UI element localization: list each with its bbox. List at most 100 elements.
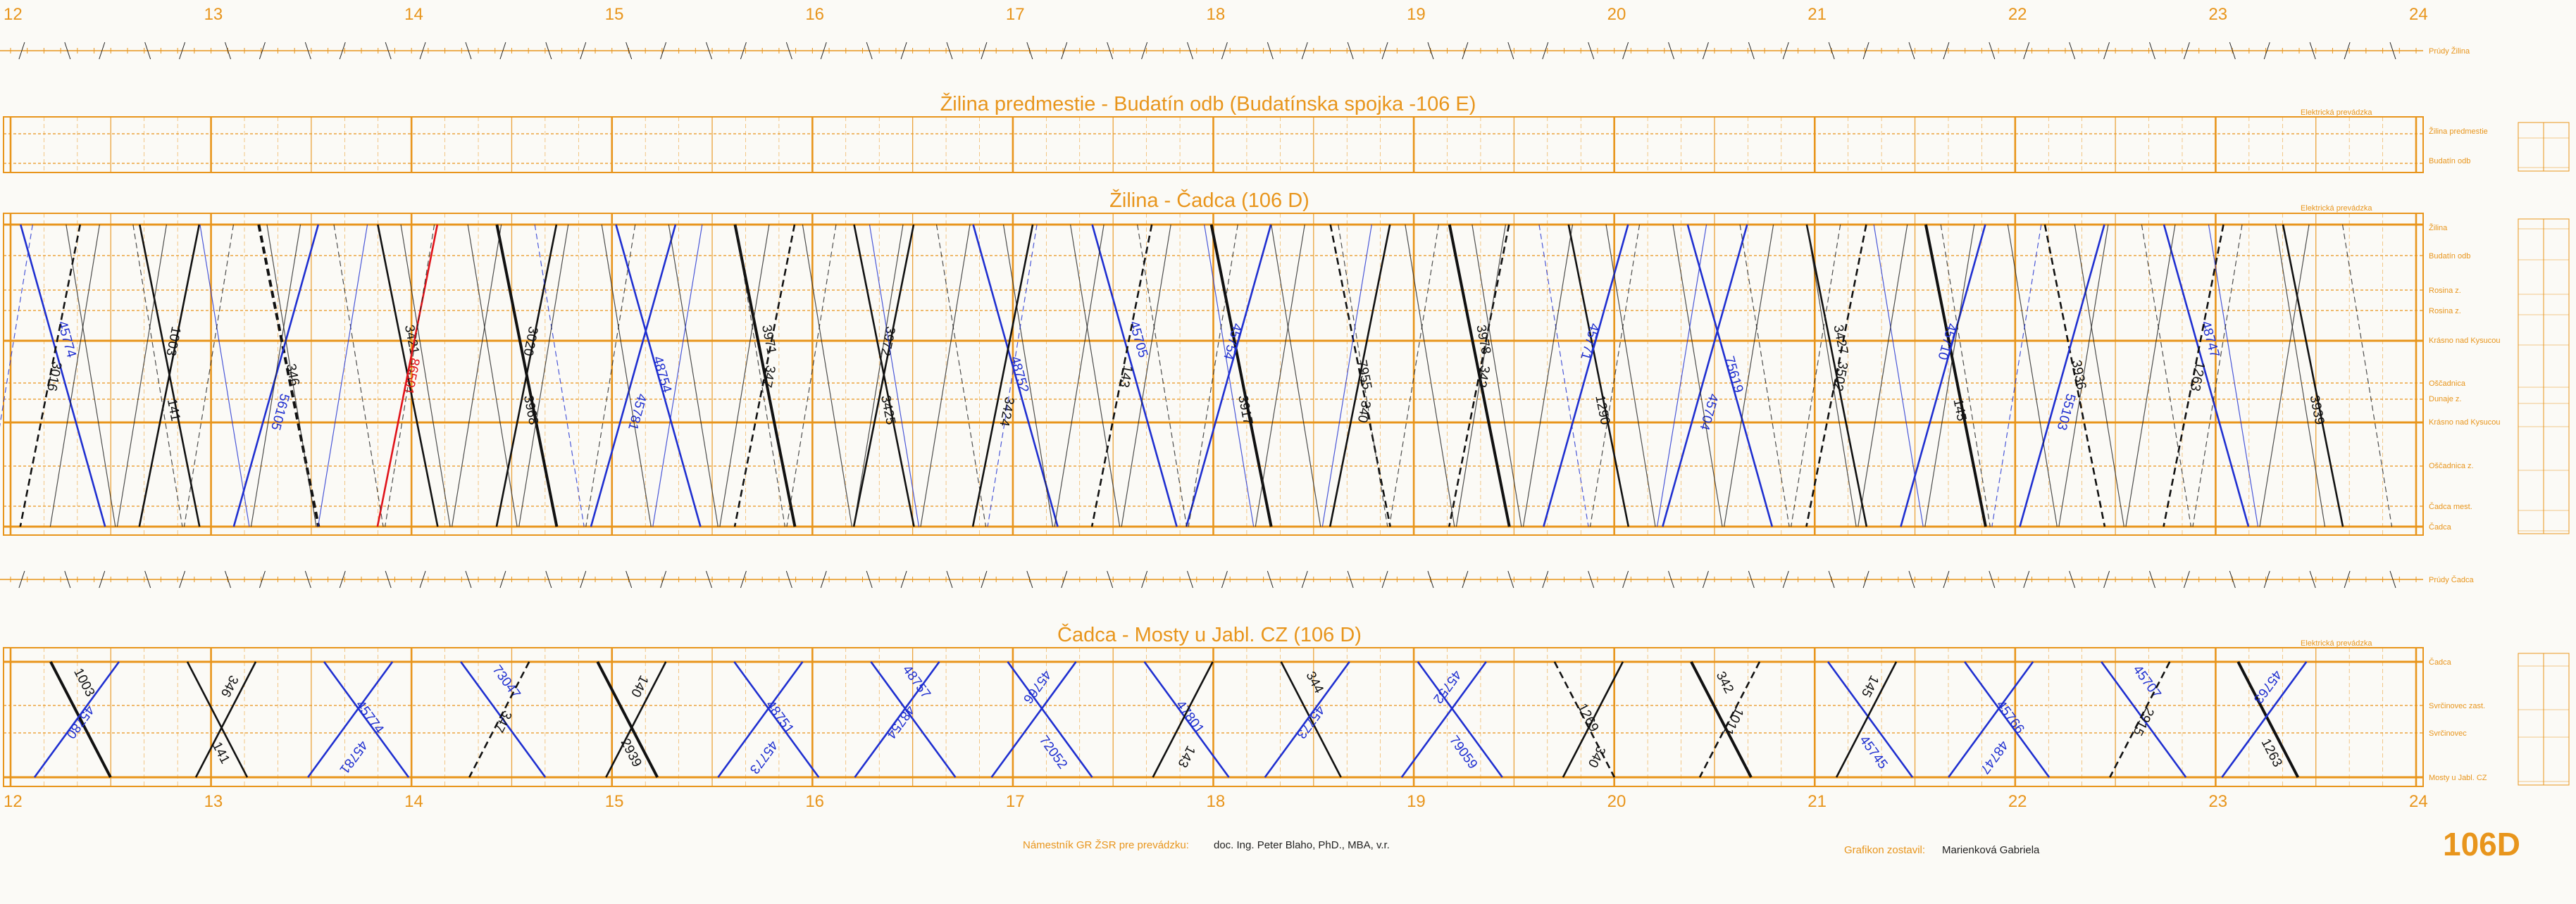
train-number-342: 342: [1474, 364, 1493, 389]
train-number-48754: 48754: [883, 703, 917, 741]
hour-label-top-21: 21: [1807, 5, 1827, 24]
train-number-75619: 75619: [1722, 355, 1746, 395]
train-number-48754: 48754: [650, 355, 675, 395]
train-number-48757: 48757: [900, 663, 933, 701]
section-title-zilina-cadca: Žilina - Čadca (106 D): [1109, 188, 1309, 212]
train-number-1003: 1003: [163, 325, 183, 358]
section-title-cadca-mosty: Čadca - Mosty u Jabl. CZ (106 D): [1057, 622, 1362, 646]
electric-label-1: Elektrická prevádzka: [2301, 108, 2372, 117]
train-path-48747: [2163, 224, 2250, 527]
train-number-45774: 45774: [352, 698, 386, 736]
hour-label-bottom-16: 16: [805, 792, 824, 811]
train-number-340: 340: [1355, 399, 1374, 424]
station-zilina: Žilina: [2429, 223, 2448, 232]
train-number-1263: 1263: [2187, 360, 2208, 393]
train-number-3016: 3016: [44, 360, 64, 393]
train-number-1003: 1003: [70, 666, 97, 699]
train-number-340: 340: [1585, 743, 1608, 770]
station-zilina-predmestie: Žilina predmestie: [2429, 127, 2488, 136]
station-mosty: Mosty u Jabl. CZ: [2429, 774, 2487, 782]
strip-zilina-label: Prúdy Žilina: [2429, 46, 2470, 56]
hour-label-top-22: 22: [2008, 5, 2027, 24]
hour-label-top-19: 19: [1407, 5, 1426, 24]
train-number-344: 344: [1302, 670, 1326, 696]
station-oscadnica: Oščadnica: [2429, 379, 2466, 388]
train-path-45705: [1091, 224, 1178, 527]
hour-label-top-15: 15: [605, 5, 624, 24]
train-path-3939: [2282, 224, 2344, 527]
train-number-48751: 48751: [763, 698, 797, 736]
train-number-1011: 1011: [1720, 705, 1746, 738]
station-cadca: Čadca: [2429, 522, 2452, 532]
line-code-badge: 106D: [2443, 826, 2520, 862]
train-number-45780: 45780: [63, 703, 97, 741]
hour-label-top-12: 12: [4, 5, 23, 24]
hour-label-bottom-14: 14: [404, 792, 423, 811]
hour-label-bottom-24: 24: [2409, 792, 2428, 811]
station-budatin-odb: Budatín odb: [2429, 157, 2470, 165]
train-number-347: 347: [759, 364, 778, 389]
deputy-name: doc. Ing. Peter Blaho, PhD., MBA, v.r.: [1214, 839, 1390, 851]
train-paths: 4577430161411003346561053421865013968302…: [0, 224, 2393, 778]
strip-cadca: Prúdy Čadca: [0, 575, 2474, 584]
train-number-45766: 45766: [1993, 698, 2027, 736]
hour-label-top-24: 24: [2409, 5, 2428, 24]
train-path-145: [1924, 224, 1987, 527]
station-budatin-odb-2: Budatín odb: [2429, 252, 2470, 260]
hour-label-top-14: 14: [404, 5, 423, 24]
hour-label-bottom-12: 12: [4, 792, 23, 811]
hour-label-bottom-15: 15: [605, 792, 624, 811]
train-path-45771: [1543, 224, 1629, 527]
station-krasno: Krásno nad Kysucou: [2429, 337, 2501, 345]
hour-label-bottom-13: 13: [204, 792, 223, 811]
hour-label-bottom-17: 17: [1006, 792, 1025, 811]
station-cadca-2: Čadca: [2429, 658, 2452, 667]
station-svrcinovec: Svrčinovec: [2429, 729, 2467, 738]
station-krasno-2: Krásno nad Kysucou: [2429, 418, 2501, 427]
train-number-45773: 45773: [1293, 703, 1327, 741]
train-number-145: 145: [1950, 398, 1969, 422]
train-number-56105: 56105: [268, 392, 292, 432]
train-number-55103: 55103: [2054, 392, 2078, 432]
hour-label-top-16: 16: [805, 5, 824, 24]
train-number-45781: 45781: [336, 738, 370, 777]
station-labels: Žilina predmestie Budatín odb Žilina Bud…: [2429, 127, 2501, 782]
station-oscadnica-z: Oščadnica z.: [2429, 462, 2474, 470]
strip-zilina: Prúdy Žilina: [0, 46, 2470, 56]
train-number-45704: 45704: [1696, 392, 1721, 432]
hour-label-top-23: 23: [2208, 5, 2227, 24]
train-path-1290: [1567, 224, 1630, 527]
station-dunaje: Dunaje z.: [2429, 395, 2461, 403]
station-rosina-1: Rosina z.: [2429, 287, 2461, 295]
station-cadca-mest: Čadca mest.: [2429, 502, 2472, 511]
train-number-3425: 3425: [878, 394, 898, 427]
train-path-45710: [1900, 224, 1986, 527]
hour-label-bottom-18: 18: [1207, 792, 1226, 811]
author-label: Grafikon zostavil:: [1844, 844, 1926, 856]
electric-label-2: Elektrická prevádzka: [2301, 204, 2372, 213]
deputy-label: Námestník GR ŽSR pre prevádzku:: [1023, 839, 1189, 851]
train-number-45773: 45773: [747, 738, 780, 777]
hour-label-bottom-22: 22: [2008, 792, 2027, 811]
train-number-48747: 48747: [1977, 738, 2011, 777]
station-svrcinovec-zast: Svrčinovec zast.: [2429, 702, 2485, 710]
section-title-budatin: Žilina predmestie - Budatín odb (Budatín…: [940, 92, 1476, 115]
hour-label-bottom-23: 23: [2208, 792, 2227, 811]
train-number-143: 143: [1116, 364, 1135, 389]
train-timetable-diagram: 12 13 14 15 16 17 18 19 20 21 22 23 24 12 13 14 15 16 17 1…: [0, 5, 2570, 811]
train-path-3917: [1209, 224, 1273, 527]
train-number-3502: 3502: [1830, 360, 1850, 393]
train-number-342: 342: [1713, 670, 1736, 696]
train-number-3939: 3939: [2307, 394, 2327, 427]
hour-label-top-18: 18: [1207, 5, 1226, 24]
hour-label-top-17: 17: [1006, 5, 1025, 24]
strip-cadca-label: Prúdy Čadca: [2429, 575, 2474, 584]
train-number-143: 143: [1174, 743, 1197, 770]
train-number-3972: 3972: [878, 325, 898, 358]
section-frames: [3, 116, 2570, 787]
hour-label-top-20: 20: [1607, 5, 1626, 24]
hour-label-top-13: 13: [204, 5, 223, 24]
timetable-graph-page: 12 13 14 15 16 17 18 19 20 21 22 23 24 12 13 14 15 16 17 1…: [0, 0, 2576, 904]
hour-axis-top: 12 13 14 15 16 17 18 19 20 21 22 23 24: [4, 5, 2428, 24]
hour-label-bottom-21: 21: [1807, 792, 1827, 811]
